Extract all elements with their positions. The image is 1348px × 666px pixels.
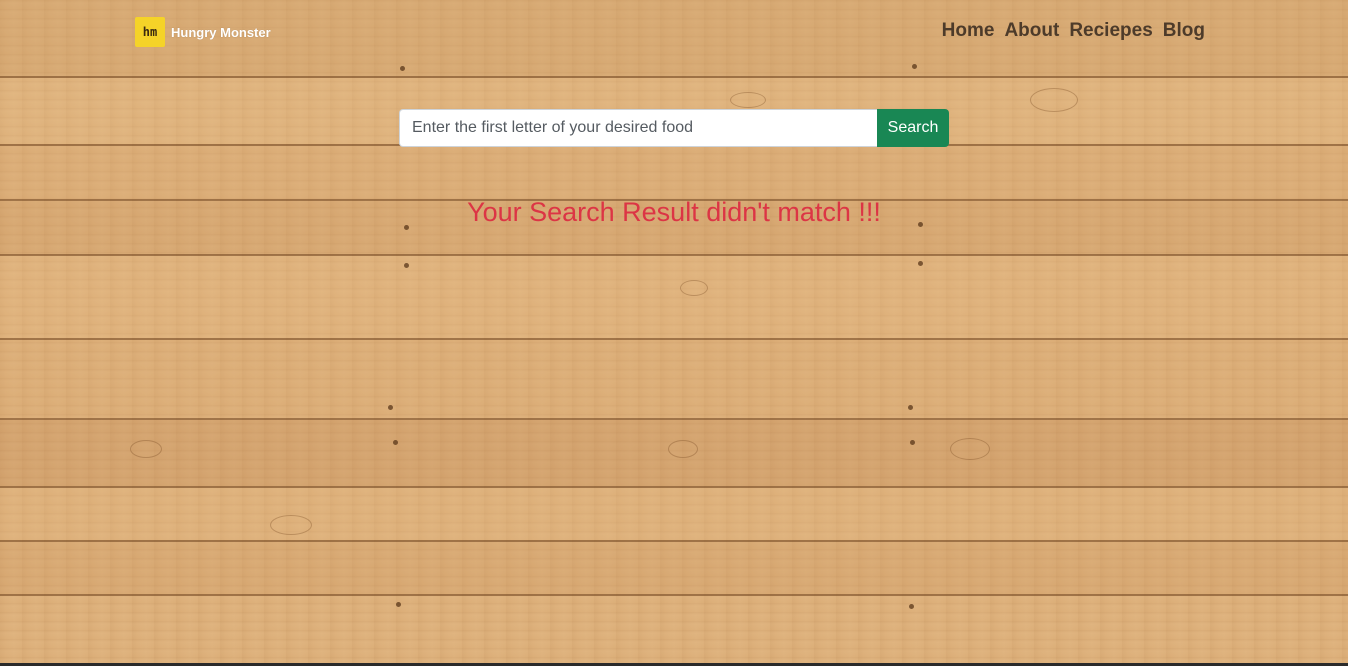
nail-decoration [396, 602, 401, 607]
search-form: Search [399, 109, 949, 147]
no-result-message: Your Search Result didn't match !!! [467, 197, 881, 227]
plank-decoration [0, 488, 1348, 540]
nail-decoration [404, 263, 409, 268]
knot-decoration [730, 92, 766, 108]
brand-logo-icon[interactable]: hm [135, 17, 165, 47]
nail-decoration [909, 604, 914, 609]
brand[interactable]: hm Hungry Monster [135, 17, 271, 47]
knot-decoration [270, 515, 312, 535]
search-input[interactable] [399, 109, 877, 147]
main-nav: Home About Reciepes Blog [942, 20, 1205, 42]
search-button[interactable]: Search [877, 109, 949, 147]
brand-name[interactable]: Hungry Monster [171, 25, 271, 40]
nail-decoration [918, 261, 923, 266]
plank-decoration [0, 542, 1348, 594]
knot-decoration [130, 440, 162, 458]
knot-decoration [668, 440, 698, 458]
plank-decoration [0, 256, 1348, 338]
nail-decoration [400, 66, 405, 71]
nav-link-reciepes[interactable]: Reciepes [1069, 20, 1152, 42]
knot-decoration [1030, 88, 1078, 112]
plank-seam [0, 594, 1348, 596]
plank-decoration [0, 340, 1348, 418]
nail-decoration [388, 405, 393, 410]
nav-link-blog[interactable]: Blog [1163, 20, 1205, 42]
plank-decoration [0, 146, 1348, 200]
nail-decoration [910, 440, 915, 445]
knot-decoration [680, 280, 708, 296]
nail-decoration [908, 405, 913, 410]
nail-decoration [393, 440, 398, 445]
knot-decoration [950, 438, 990, 460]
page-background: hm Hungry Monster Home About Reciepes Bl… [0, 0, 1348, 666]
nav-link-about[interactable]: About [1004, 20, 1059, 42]
nav-link-home[interactable]: Home [942, 20, 995, 42]
nail-decoration [912, 64, 917, 69]
